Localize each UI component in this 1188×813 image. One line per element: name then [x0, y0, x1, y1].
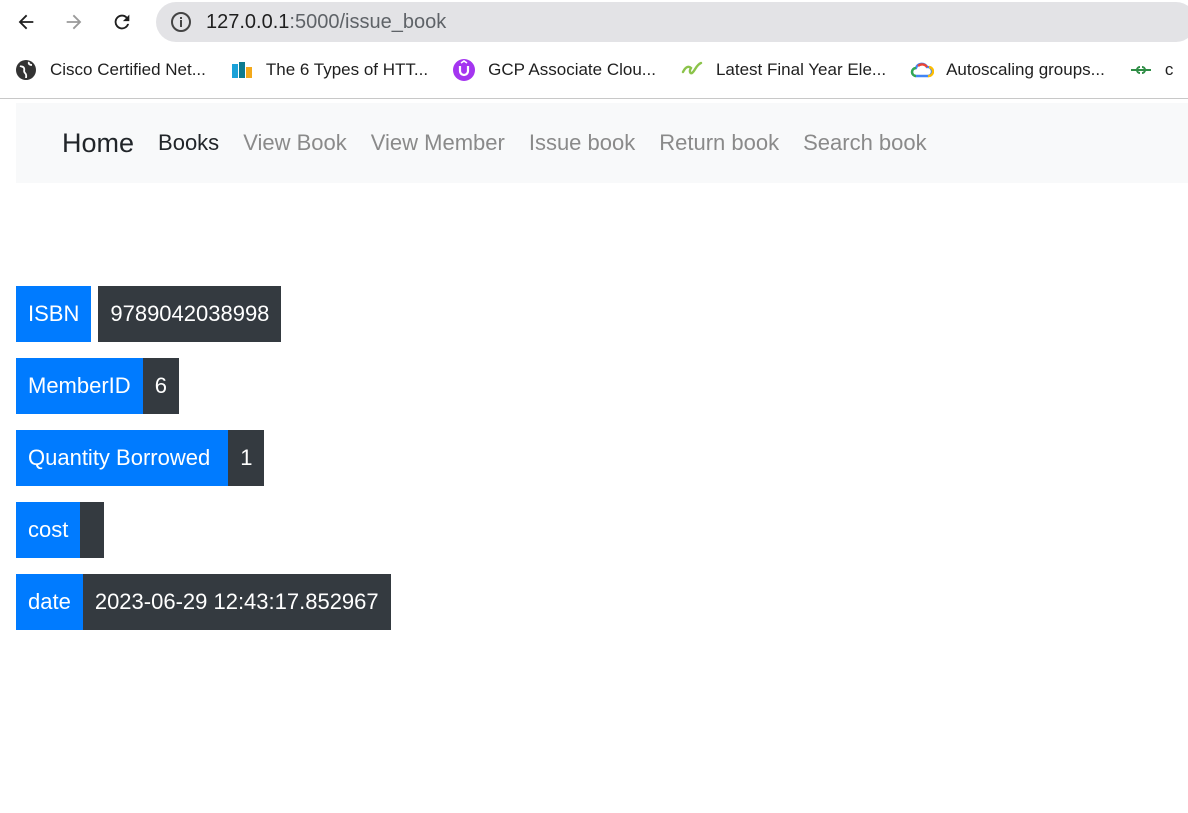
url-text[interactable]: 127.0.0.1:5000/issue_book [206, 11, 446, 34]
quantity-label: Quantity Borrowed [16, 430, 229, 486]
nav-link-books[interactable]: Books [158, 130, 219, 156]
bookmark-label: Autoscaling groups... [946, 60, 1105, 79]
member-id-label: MemberID [16, 358, 143, 414]
reload-button[interactable] [106, 6, 138, 38]
site-info-icon[interactable] [168, 9, 194, 35]
google-cloud-icon [910, 58, 935, 82]
bookmark-autoscaling[interactable]: Autoscaling groups... [910, 58, 1105, 82]
reload-icon [114, 14, 130, 30]
navbar-links: Books View Book View Member Issue book R… [158, 130, 951, 156]
geeksforgeeks-icon [1129, 58, 1153, 82]
nav-link-view-book[interactable]: View Book [243, 130, 347, 156]
record-row-quantity: Quantity Borrowed 1 [16, 430, 265, 486]
record-row-date: date 2023-06-29 12:43:17.852967 [16, 574, 391, 630]
bookmark-label: Latest Final Year Ele... [715, 60, 887, 79]
record-row-cost: cost [16, 502, 105, 558]
date-label: date [16, 574, 83, 630]
browser-toolbar: 127.0.0.1:5000/issue_book Cisco Certifie… [0, 0, 1188, 99]
member-id-value: 6 [142, 358, 179, 414]
nav-link-issue-book[interactable]: Issue book [529, 130, 635, 156]
cost-value [80, 502, 105, 558]
bookmark-gfg[interactable]: c [1129, 58, 1174, 82]
record-row-member-id: MemberID 6 [16, 358, 179, 414]
url-path: :5000/issue_book [289, 10, 447, 33]
udemy-icon [452, 58, 476, 82]
isbn-value: 9789042038998 [98, 286, 282, 342]
bookmark-label: GCP Associate Clou... [488, 60, 656, 79]
date-value: 2023-06-29 12:43:17.852967 [82, 574, 391, 630]
app-navbar: Home Books View Book View Member Issue b… [16, 103, 1188, 183]
bookmarks-bar: Cisco Certified Net... The 6 Types of HT… [0, 52, 1188, 88]
bookmark-label: The 6 Types of HTT... [265, 60, 429, 79]
bookmark-gcp[interactable]: GCP Associate Clou... [452, 58, 656, 82]
bookmark-site-icon [230, 58, 254, 82]
nav-link-search-book[interactable]: Search book [803, 130, 927, 156]
record-row-isbn: ISBN 9789042038998 [16, 286, 282, 342]
forward-button[interactable] [58, 6, 90, 38]
isbn-label: ISBN [16, 286, 92, 342]
cost-label: cost [16, 502, 81, 558]
leaf-icon [680, 58, 704, 82]
back-arrow-icon [18, 14, 34, 30]
bookmark-final-year[interactable]: Latest Final Year Ele... [680, 58, 886, 82]
nav-link-view-member[interactable]: View Member [371, 130, 505, 156]
navbar-brand-home[interactable]: Home [62, 128, 134, 159]
bookmark-label: c [1164, 60, 1174, 79]
globe-icon [14, 58, 38, 82]
bookmark-label: Cisco Certified Net... [50, 60, 206, 79]
quantity-value: 1 [228, 430, 265, 486]
nav-link-return-book[interactable]: Return book [659, 130, 779, 156]
address-bar[interactable]: 127.0.0.1:5000/issue_book [156, 2, 1188, 42]
forward-arrow-icon [66, 14, 82, 30]
bookmark-http-types[interactable]: The 6 Types of HTT... [230, 58, 428, 82]
url-host: 127.0.0.1 [206, 10, 290, 33]
back-button[interactable] [10, 6, 42, 38]
bookmark-cisco[interactable]: Cisco Certified Net... [14, 58, 206, 82]
